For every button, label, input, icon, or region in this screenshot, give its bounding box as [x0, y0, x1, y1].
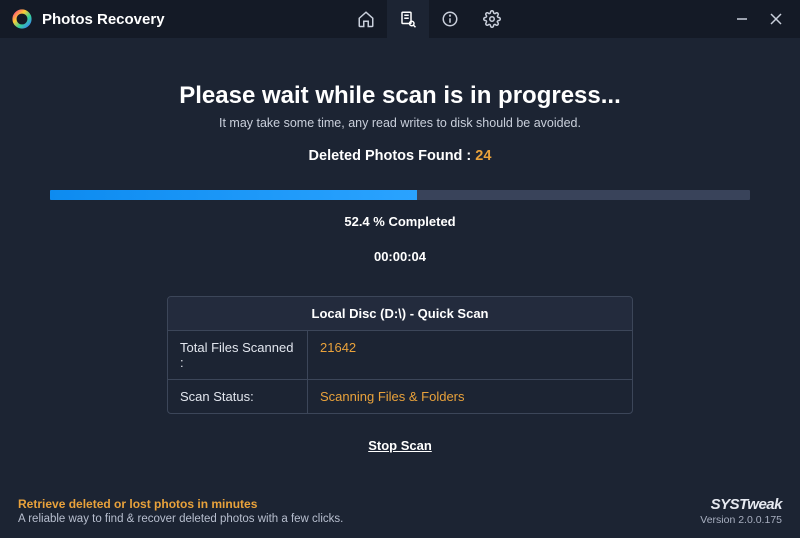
progress-fill: [50, 190, 417, 200]
nav-icons: [345, 0, 513, 38]
close-icon[interactable]: [768, 11, 784, 27]
window-controls: [734, 11, 800, 27]
footer-line2: A reliable way to find & recover deleted…: [18, 513, 343, 525]
scan-headline: Please wait while scan is in progress...: [36, 82, 764, 110]
app-logo-icon: [12, 9, 32, 29]
row-label: Total Files Scanned :: [168, 331, 308, 379]
found-count: 24: [475, 148, 491, 164]
settings-icon[interactable]: [471, 0, 513, 38]
row-value: 21642: [308, 331, 632, 379]
scan-subline: It may take some time, any read writes t…: [36, 116, 764, 130]
elapsed-time: 00:00:04: [36, 249, 764, 264]
minimize-icon[interactable]: [734, 11, 750, 27]
percent-complete: 52.4 % Completed: [36, 214, 764, 229]
footer-brand-block: SYSTweak Version 2.0.0.175: [700, 496, 782, 526]
app-title: Photos Recovery: [42, 11, 165, 28]
home-icon[interactable]: [345, 0, 387, 38]
table-row: Scan Status: Scanning Files & Folders: [168, 380, 632, 413]
progress-bar: [50, 190, 750, 200]
panel-title: Local Disc (D:\) - Quick Scan: [168, 297, 632, 331]
table-row: Total Files Scanned : 21642: [168, 331, 632, 380]
titlebar: Photos Recovery: [0, 0, 800, 38]
found-label: Deleted Photos Found :: [309, 148, 472, 164]
version-text: Version 2.0.0.175: [700, 514, 782, 526]
main-content: Please wait while scan is in progress...…: [0, 38, 800, 455]
row-label: Scan Status:: [168, 380, 308, 413]
footer-tagline: Retrieve deleted or lost photos in minut…: [18, 497, 343, 525]
footer-line1: Retrieve deleted or lost photos in minut…: [18, 497, 343, 511]
brand-logo: SYSTweak: [700, 496, 782, 513]
found-line: Deleted Photos Found : 24: [36, 148, 764, 164]
footer: Retrieve deleted or lost photos in minut…: [0, 484, 800, 538]
info-icon[interactable]: [429, 0, 471, 38]
row-value: Scanning Files & Folders: [308, 380, 632, 413]
stop-scan-link[interactable]: Stop Scan: [368, 438, 432, 453]
scan-info-panel: Local Disc (D:\) - Quick Scan Total File…: [167, 296, 633, 414]
scan-icon[interactable]: [387, 0, 429, 38]
